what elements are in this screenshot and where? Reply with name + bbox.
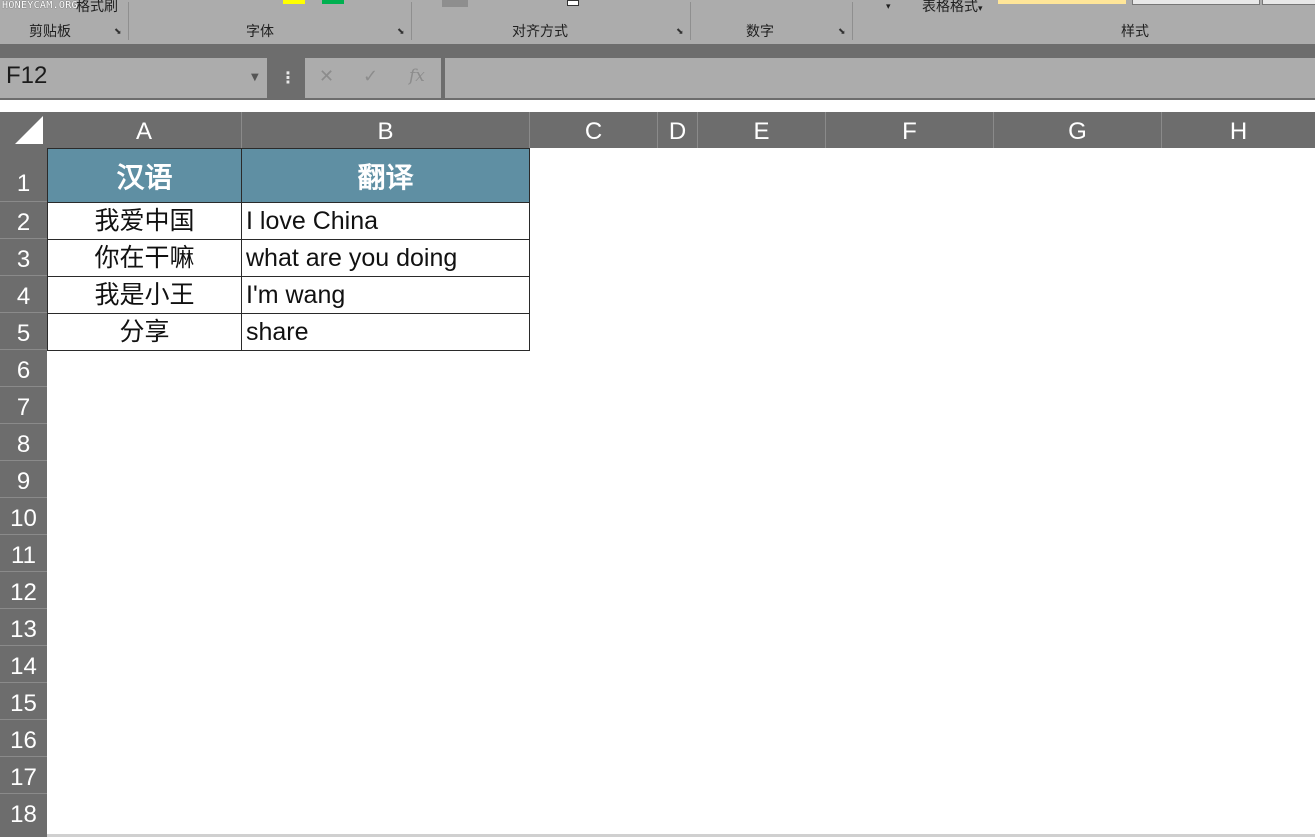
column-header-a[interactable]: A	[47, 112, 242, 148]
chevron-down-icon[interactable]: ▼	[251, 72, 259, 83]
cell-style-neutral[interactable]	[1262, 0, 1315, 5]
dialog-launcher-icon[interactable]: ⬊	[838, 28, 847, 37]
row-header[interactable]: 16	[0, 720, 47, 757]
cell-b2[interactable]: I love China	[241, 202, 530, 240]
cell-a5[interactable]: 分享	[47, 313, 242, 351]
row-header[interactable]: 1	[0, 148, 47, 202]
merge-cells-icon[interactable]	[567, 0, 579, 6]
select-all-icon	[15, 116, 43, 144]
divider	[690, 2, 691, 40]
ribbon-gap	[0, 44, 1315, 56]
highlight-color-swatch[interactable]	[283, 0, 305, 4]
chevron-down-icon[interactable]: ▾	[886, 2, 891, 12]
cell-a3[interactable]: 你在干嘛	[47, 239, 242, 277]
column-header-c[interactable]: C	[530, 112, 658, 148]
cell-a1[interactable]: 汉语	[47, 148, 242, 203]
group-number-label: 数字	[746, 24, 774, 40]
divider	[411, 2, 412, 40]
format-painter-button[interactable]: 格式刷	[76, 0, 118, 16]
row-header[interactable]: 13	[0, 609, 47, 646]
row-header[interactable]: 14	[0, 646, 47, 683]
cell-b3[interactable]: what are you doing	[241, 239, 530, 277]
dialog-launcher-icon[interactable]: ⬊	[114, 28, 123, 37]
column-header-e[interactable]: E	[698, 112, 826, 148]
column-header-b[interactable]: B	[242, 112, 530, 148]
row-header[interactable]: 15	[0, 683, 47, 720]
format-as-table-label: 表格格式	[922, 0, 978, 15]
insert-function-icon[interactable]: fx	[409, 66, 425, 86]
name-box[interactable]: F12 ▼	[0, 58, 267, 98]
row-header[interactable]: 17	[0, 757, 47, 794]
select-all-button[interactable]	[0, 112, 47, 148]
row-header[interactable]: 6	[0, 350, 47, 387]
group-alignment-label: 对齐方式	[512, 24, 568, 40]
column-header-f[interactable]: F	[826, 112, 994, 148]
row-header[interactable]: 8	[0, 424, 47, 461]
cell-b4[interactable]: I'm wang	[241, 276, 530, 314]
column-header-g[interactable]: G	[994, 112, 1162, 148]
name-box-value: F12	[6, 62, 48, 89]
column-header-h[interactable]: H	[1162, 112, 1315, 148]
row-header[interactable]: 11	[0, 535, 47, 572]
chevron-down-icon: ▾	[978, 4, 983, 14]
cell-a4[interactable]: 我是小王	[47, 276, 242, 314]
row-header[interactable]: 10	[0, 498, 47, 535]
cell-style-normal[interactable]	[1132, 0, 1260, 5]
row-header[interactable]: 4	[0, 276, 47, 313]
orientation-button[interactable]	[442, 0, 468, 7]
row-header[interactable]: 5	[0, 313, 47, 350]
row-headers: 1 2 3 4 5 6 7 8 9 10 11 12 13 14 15 16 1…	[0, 148, 47, 837]
row-header[interactable]: 2	[0, 202, 47, 239]
dialog-launcher-icon[interactable]: ⬊	[397, 28, 406, 37]
enter-icon[interactable]: ✓	[363, 66, 378, 87]
column-headers: A B C D E F G H	[0, 112, 1315, 148]
divider	[852, 2, 853, 40]
row-header[interactable]: 9	[0, 461, 47, 498]
cell-a2[interactable]: 我爱中国	[47, 202, 242, 240]
dialog-launcher-icon[interactable]: ⬊	[676, 28, 685, 37]
group-styles-label: 样式	[1121, 24, 1149, 40]
cell-b1[interactable]: 翻译	[241, 148, 530, 203]
cell-b5[interactable]: share	[241, 313, 530, 351]
row-header[interactable]: 3	[0, 239, 47, 276]
formula-bar: F12 ▼ ⋮ ✕ ✓ fx	[0, 56, 1315, 100]
worksheet-grid[interactable]: 汉语 翻译 我爱中国 I love China 你在干嘛 what are yo…	[47, 148, 1315, 837]
watermark: HONEYCAM.ORG	[2, 0, 78, 11]
row-header[interactable]: 7	[0, 387, 47, 424]
ribbon: HONEYCAM.ORG 格式刷 表格格式▾ ▾ 剪贴板 ⬊ 字体 ⬊ 对齐方式…	[0, 0, 1315, 44]
row-header[interactable]: 12	[0, 572, 47, 609]
cancel-icon[interactable]: ✕	[319, 66, 334, 87]
formula-buttons: ✕ ✓ fx	[305, 58, 441, 98]
divider	[128, 2, 129, 40]
group-clipboard-label: 剪贴板	[29, 24, 71, 40]
row-header[interactable]: 18	[0, 794, 47, 837]
group-font-label: 字体	[246, 24, 274, 40]
cell-style-good[interactable]	[998, 0, 1126, 4]
font-color-swatch[interactable]	[322, 0, 344, 4]
column-header-d[interactable]: D	[658, 112, 698, 148]
more-options-icon[interactable]: ⋮	[280, 66, 296, 90]
format-as-table-button[interactable]: 表格格式▾	[922, 0, 983, 16]
formula-input[interactable]	[445, 58, 1315, 98]
